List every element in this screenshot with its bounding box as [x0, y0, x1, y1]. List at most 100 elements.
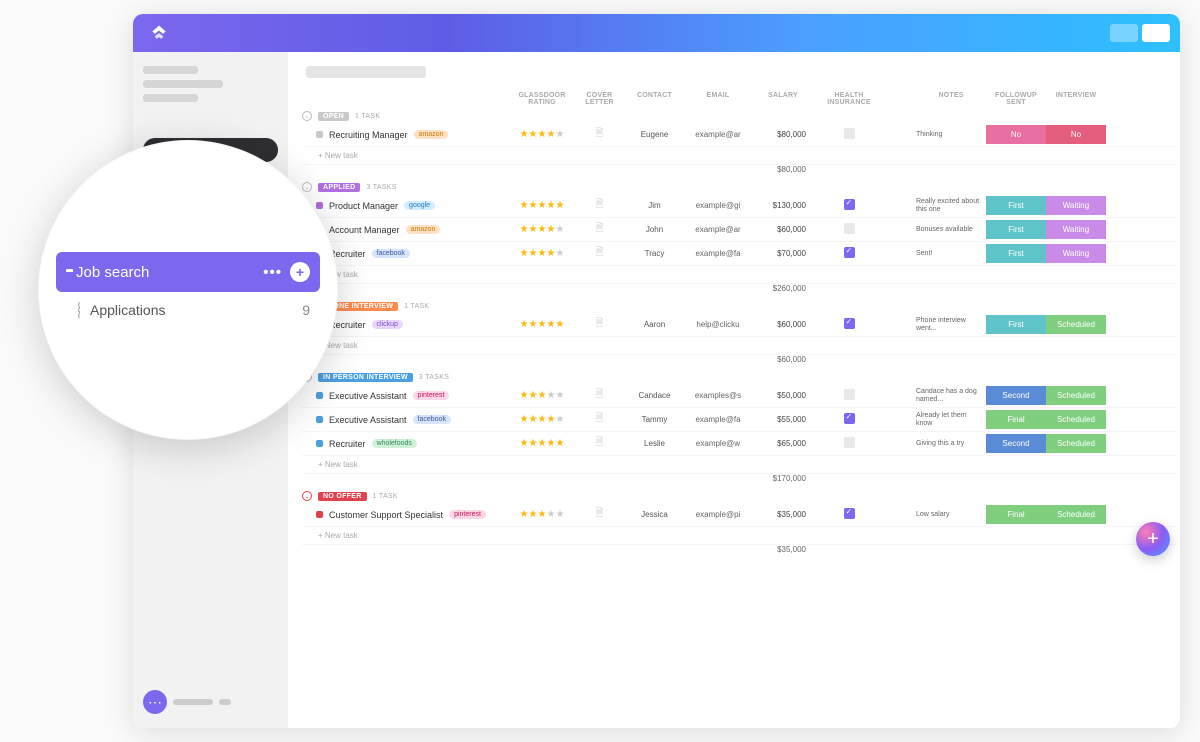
table-row[interactable]: Recruiting Manager amazon ★★★★★ 🗎 Eugene… — [302, 123, 1176, 147]
company-tag[interactable]: amazon — [406, 225, 441, 234]
column-header[interactable]: NOTES — [916, 92, 986, 106]
health-insurance-cell[interactable] — [812, 437, 886, 450]
followup-cell[interactable]: First — [986, 244, 1046, 263]
company-tag[interactable]: facebook — [413, 415, 451, 424]
email-cell[interactable]: example@w — [682, 439, 754, 448]
column-header[interactable]: FOLLOWUP SENT — [986, 92, 1046, 106]
salary-cell[interactable]: $35,000 — [754, 510, 812, 519]
rating-cell[interactable]: ★★★★★ — [512, 510, 572, 520]
email-cell[interactable]: example@pi — [682, 510, 754, 519]
column-header[interactable]: EMAIL — [682, 92, 754, 106]
interview-cell[interactable]: Scheduled — [1046, 315, 1106, 334]
collapse-icon[interactable]: ⌄ — [302, 182, 312, 192]
column-header[interactable]: INTERVIEW — [1046, 92, 1106, 106]
salary-cell[interactable]: $60,000 — [754, 225, 812, 234]
contact-cell[interactable]: Aaron — [627, 320, 682, 329]
checkbox-icon[interactable] — [844, 508, 855, 519]
notes-cell[interactable]: Really excited about this one — [916, 198, 986, 213]
new-task-button[interactable]: + New task — [302, 527, 1176, 545]
notes-cell[interactable]: Already let them know — [916, 412, 986, 427]
table-row[interactable]: Recruiter wholefoods ★★★★★ 🗎 Leslie exam… — [302, 432, 1176, 456]
rating-cell[interactable]: ★★★★★ — [512, 225, 572, 235]
contact-cell[interactable]: John — [627, 225, 682, 234]
contact-cell[interactable]: Candace — [627, 391, 682, 400]
company-tag[interactable]: wholefoods — [372, 439, 417, 448]
cover-letter-cell[interactable]: 🗎 — [572, 126, 627, 143]
company-tag[interactable]: clickup — [372, 320, 403, 329]
task-title-cell[interactable]: Executive Assistant pinterest — [302, 391, 512, 401]
new-task-button[interactable]: + New task — [302, 266, 1176, 284]
salary-cell[interactable]: $65,000 — [754, 439, 812, 448]
health-insurance-cell[interactable] — [812, 223, 886, 236]
notes-cell[interactable]: Giving this a try — [916, 440, 986, 448]
sidebar-list-applications[interactable]: Applications 9 — [56, 292, 320, 328]
company-tag[interactable]: google — [404, 201, 435, 210]
salary-cell[interactable]: $50,000 — [754, 391, 812, 400]
salary-cell[interactable]: $130,000 — [754, 201, 812, 210]
contact-cell[interactable]: Jessica — [627, 510, 682, 519]
interview-cell[interactable]: Waiting — [1046, 220, 1106, 239]
rating-cell[interactable]: ★★★★★ — [512, 439, 572, 449]
checkbox-icon[interactable] — [844, 128, 855, 139]
email-cell[interactable]: help@clicku — [682, 320, 754, 329]
followup-cell[interactable]: First — [986, 220, 1046, 239]
email-cell[interactable]: example@gi — [682, 201, 754, 210]
cover-letter-cell[interactable]: 🗎 — [572, 411, 627, 428]
followup-cell[interactable]: Final — [986, 505, 1046, 524]
company-tag[interactable]: amazon — [414, 130, 449, 139]
contact-cell[interactable]: Jim — [627, 201, 682, 210]
folder-add-icon[interactable]: + — [290, 262, 310, 282]
interview-cell[interactable]: No — [1046, 125, 1106, 144]
new-task-button[interactable]: + New task — [302, 147, 1176, 165]
cover-letter-cell[interactable]: 🗎 — [572, 506, 627, 523]
salary-cell[interactable]: $80,000 — [754, 130, 812, 139]
interview-cell[interactable]: Waiting — [1046, 244, 1106, 263]
salary-cell[interactable]: $60,000 — [754, 320, 812, 329]
column-header[interactable] — [886, 92, 916, 106]
interview-cell[interactable]: Scheduled — [1046, 434, 1106, 453]
collapse-icon[interactable]: ⌄ — [302, 111, 312, 121]
email-cell[interactable]: example@ar — [682, 225, 754, 234]
group-header[interactable]: ⌄ NO OFFER 1 TASK — [302, 491, 1176, 501]
task-title-cell[interactable]: Executive Assistant facebook — [302, 415, 512, 425]
checkbox-icon[interactable] — [844, 413, 855, 424]
followup-cell[interactable]: No — [986, 125, 1046, 144]
interview-cell[interactable]: Scheduled — [1046, 505, 1106, 524]
health-insurance-cell[interactable] — [812, 508, 886, 521]
notes-cell[interactable]: Sent! — [916, 250, 986, 258]
rating-cell[interactable]: ★★★★★ — [512, 130, 572, 140]
contact-cell[interactable]: Eugene — [627, 130, 682, 139]
table-row[interactable]: Executive Assistant facebook ★★★★★ 🗎 Tam… — [302, 408, 1176, 432]
cover-letter-cell[interactable]: 🗎 — [572, 221, 627, 238]
column-header[interactable] — [302, 92, 512, 106]
rating-cell[interactable]: ★★★★★ — [512, 201, 572, 211]
column-header[interactable]: SALARY — [754, 92, 812, 106]
email-cell[interactable]: example@fa — [682, 415, 754, 424]
rating-cell[interactable]: ★★★★★ — [512, 415, 572, 425]
health-insurance-cell[interactable] — [812, 128, 886, 141]
checkbox-icon[interactable] — [844, 223, 855, 234]
table-row[interactable]: Customer Support Specialist pinterest ★★… — [302, 503, 1176, 527]
salary-cell[interactable]: $70,000 — [754, 249, 812, 258]
table-row[interactable]: Product Manager google ★★★★★ 🗎 Jim examp… — [302, 194, 1176, 218]
notes-cell[interactable]: Low salary — [916, 511, 986, 519]
checkbox-icon[interactable] — [844, 247, 855, 258]
cover-letter-cell[interactable]: 🗎 — [572, 245, 627, 262]
column-header[interactable]: GLASSDOOR RATING — [512, 92, 572, 106]
table-row[interactable]: Recruiter clickup ★★★★★ 🗎 Aaron help@cli… — [302, 313, 1176, 337]
contact-cell[interactable]: Leslie — [627, 439, 682, 448]
checkbox-icon[interactable] — [844, 437, 855, 448]
notes-cell[interactable]: Phone interview went... — [916, 317, 986, 332]
task-title-cell[interactable]: Customer Support Specialist pinterest — [302, 510, 512, 520]
followup-cell[interactable]: First — [986, 196, 1046, 215]
column-header[interactable]: COVER LETTER — [572, 92, 627, 106]
health-insurance-cell[interactable] — [812, 318, 886, 331]
notes-cell[interactable]: Bonuses available — [916, 226, 986, 234]
followup-cell[interactable]: Final — [986, 410, 1046, 429]
cover-letter-cell[interactable]: 🗎 — [572, 435, 627, 452]
cover-letter-cell[interactable]: 🗎 — [572, 316, 627, 333]
fab-new-button[interactable]: + — [1136, 522, 1170, 556]
group-header[interactable]: ⌄ APPLIED 3 TASKS — [302, 182, 1176, 192]
topbar-button-1[interactable] — [1110, 24, 1138, 42]
column-header[interactable]: HEALTH INSURANCE — [812, 92, 886, 106]
